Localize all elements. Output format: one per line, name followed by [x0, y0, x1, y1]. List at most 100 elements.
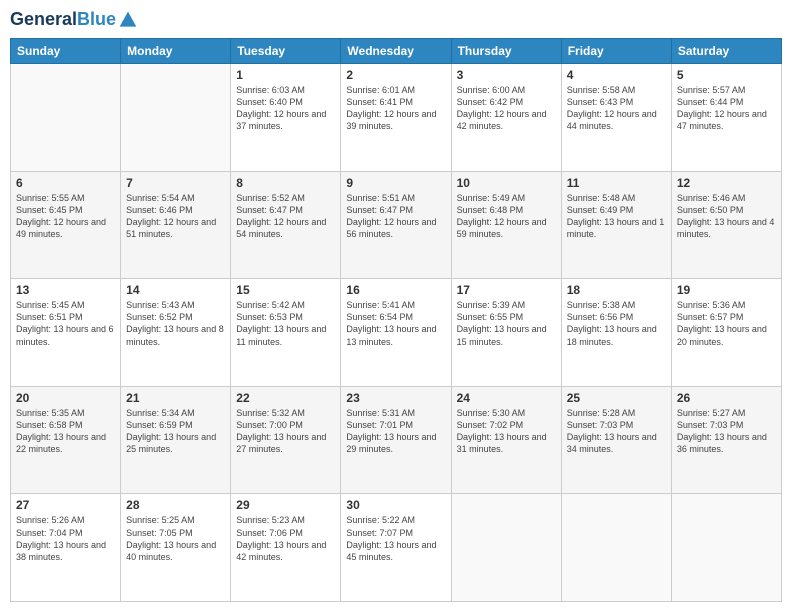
day-number: 5 — [677, 68, 776, 82]
day-info: Sunrise: 5:38 AM Sunset: 6:56 PM Dayligh… — [567, 299, 666, 348]
calendar-cell: 5 Sunrise: 5:57 AM Sunset: 6:44 PM Daylig… — [671, 64, 781, 172]
day-info: Sunrise: 5:34 AM Sunset: 6:59 PM Dayligh… — [126, 407, 225, 456]
calendar-cell: 18Sunrise: 5:38 AM Sunset: 6:56 PM Dayli… — [561, 279, 671, 387]
day-number: 16 — [346, 283, 445, 297]
weekday-header-saturday: Saturday — [671, 39, 781, 64]
calendar-cell — [451, 494, 561, 602]
day-info: Sunrise: 5:31 AM Sunset: 7:01 PM Dayligh… — [346, 407, 445, 456]
day-number: 27 — [16, 498, 115, 512]
day-info: Sunrise: 5:45 AM Sunset: 6:51 PM Dayligh… — [16, 299, 115, 348]
day-number: 12 — [677, 176, 776, 190]
day-number: 7 — [126, 176, 225, 190]
logo-icon — [118, 10, 138, 30]
day-number: 3 — [457, 68, 556, 82]
weekday-header-row: SundayMondayTuesdayWednesdayThursdayFrid… — [11, 39, 782, 64]
calendar-cell: 22 Sunrise: 5:32 AM Sunset: 7:00 PM Dayli… — [231, 386, 341, 494]
weekday-header-monday: Monday — [121, 39, 231, 64]
weekday-header-wednesday: Wednesday — [341, 39, 451, 64]
day-info: Sunrise: 6:00 AM Sunset: 6:42 PM Dayligh… — [457, 84, 556, 133]
weekday-header-thursday: Thursday — [451, 39, 561, 64]
day-info: Sunrise: 5:22 AM Sunset: 7:07 PM Dayligh… — [346, 514, 445, 563]
day-number: 28 — [126, 498, 225, 512]
day-info: Sunrise: 5:49 AM Sunset: 6:48 PM Dayligh… — [457, 192, 556, 241]
calendar-cell: 25Sunrise: 5:28 AM Sunset: 7:03 PM Dayli… — [561, 386, 671, 494]
day-number: 17 — [457, 283, 556, 297]
day-info: Sunrise: 5:43 AM Sunset: 6:52 PM Dayligh… — [126, 299, 225, 348]
calendar-cell — [671, 494, 781, 602]
weekday-header-friday: Friday — [561, 39, 671, 64]
day-info: Sunrise: 5:58 AM Sunset: 6:43 PM Dayligh… — [567, 84, 666, 133]
day-number: 30 — [346, 498, 445, 512]
day-number: 19 — [677, 283, 776, 297]
day-number: 13 — [16, 283, 115, 297]
calendar-cell: 28Sunrise: 5:25 AM Sunset: 7:05 PM Dayli… — [121, 494, 231, 602]
day-number: 10 — [457, 176, 556, 190]
calendar-cell: 29 Sunrise: 5:23 AM Sunset: 7:06 PM Dayli… — [231, 494, 341, 602]
day-number: 11 — [567, 176, 666, 190]
day-number: 29 — [236, 498, 335, 512]
calendar-week-row: 1 Sunrise: 6:03 AM Sunset: 6:40 PM Daylig… — [11, 64, 782, 172]
day-number: 23 — [346, 391, 445, 405]
calendar-cell: 11 Sunrise: 5:48 AM Sunset: 6:49 PM Dayli… — [561, 171, 671, 279]
day-info: Sunrise: 5:41 AM Sunset: 6:54 PM Dayligh… — [346, 299, 445, 348]
calendar-table: SundayMondayTuesdayWednesdayThursdayFrid… — [10, 38, 782, 602]
calendar-cell: 24 Sunrise: 5:30 AM Sunset: 7:02 PM Dayli… — [451, 386, 561, 494]
calendar-cell: 17 Sunrise: 5:39 AM Sunset: 6:55 PM Dayli… — [451, 279, 561, 387]
calendar-cell — [561, 494, 671, 602]
calendar-cell: 16 Sunrise: 5:41 AM Sunset: 6:54 PM Dayli… — [341, 279, 451, 387]
day-info: Sunrise: 5:51 AM Sunset: 6:47 PM Dayligh… — [346, 192, 445, 241]
day-number: 2 — [346, 68, 445, 82]
calendar-week-row: 20Sunrise: 5:35 AM Sunset: 6:58 PM Dayli… — [11, 386, 782, 494]
day-number: 24 — [457, 391, 556, 405]
day-info: Sunrise: 5:27 AM Sunset: 7:03 PM Dayligh… — [677, 407, 776, 456]
day-info: Sunrise: 5:30 AM Sunset: 7:02 PM Dayligh… — [457, 407, 556, 456]
day-info: Sunrise: 6:03 AM Sunset: 6:40 PM Dayligh… — [236, 84, 335, 133]
calendar-cell: 14 Sunrise: 5:43 AM Sunset: 6:52 PM Dayli… — [121, 279, 231, 387]
calendar-cell: 1 Sunrise: 6:03 AM Sunset: 6:40 PM Daylig… — [231, 64, 341, 172]
calendar-cell: 2 Sunrise: 6:01 AM Sunset: 6:41 PM Daylig… — [341, 64, 451, 172]
calendar-cell: 12 Sunrise: 5:46 AM Sunset: 6:50 PM Dayli… — [671, 171, 781, 279]
calendar-cell: 3 Sunrise: 6:00 AM Sunset: 6:42 PM Daylig… — [451, 64, 561, 172]
day-info: Sunrise: 5:26 AM Sunset: 7:04 PM Dayligh… — [16, 514, 115, 563]
page: GeneralBlue SundayMondayTuesdayWednesday… — [0, 0, 792, 612]
day-info: Sunrise: 6:01 AM Sunset: 6:41 PM Dayligh… — [346, 84, 445, 133]
calendar-cell: 21 Sunrise: 5:34 AM Sunset: 6:59 PM Dayli… — [121, 386, 231, 494]
calendar-cell: 20Sunrise: 5:35 AM Sunset: 6:58 PM Dayli… — [11, 386, 121, 494]
day-info: Sunrise: 5:57 AM Sunset: 6:44 PM Dayligh… — [677, 84, 776, 133]
day-info: Sunrise: 5:36 AM Sunset: 6:57 PM Dayligh… — [677, 299, 776, 348]
day-number: 15 — [236, 283, 335, 297]
day-number: 8 — [236, 176, 335, 190]
day-number: 22 — [236, 391, 335, 405]
calendar-week-row: 27 Sunrise: 5:26 AM Sunset: 7:04 PM Dayli… — [11, 494, 782, 602]
calendar-cell: 26 Sunrise: 5:27 AM Sunset: 7:03 PM Dayli… — [671, 386, 781, 494]
day-number: 14 — [126, 283, 225, 297]
day-info: Sunrise: 5:54 AM Sunset: 6:46 PM Dayligh… — [126, 192, 225, 241]
day-info: Sunrise: 5:23 AM Sunset: 7:06 PM Dayligh… — [236, 514, 335, 563]
calendar-cell: 7 Sunrise: 5:54 AM Sunset: 6:46 PM Daylig… — [121, 171, 231, 279]
day-info: Sunrise: 5:46 AM Sunset: 6:50 PM Dayligh… — [677, 192, 776, 241]
calendar-week-row: 6Sunrise: 5:55 AM Sunset: 6:45 PM Daylig… — [11, 171, 782, 279]
day-info: Sunrise: 5:52 AM Sunset: 6:47 PM Dayligh… — [236, 192, 335, 241]
day-info: Sunrise: 5:32 AM Sunset: 7:00 PM Dayligh… — [236, 407, 335, 456]
day-number: 21 — [126, 391, 225, 405]
calendar-cell: 23 Sunrise: 5:31 AM Sunset: 7:01 PM Dayli… — [341, 386, 451, 494]
calendar-week-row: 13 Sunrise: 5:45 AM Sunset: 6:51 PM Dayli… — [11, 279, 782, 387]
calendar-cell: 8 Sunrise: 5:52 AM Sunset: 6:47 PM Daylig… — [231, 171, 341, 279]
day-number: 6 — [16, 176, 115, 190]
day-number: 9 — [346, 176, 445, 190]
day-number: 26 — [677, 391, 776, 405]
calendar-cell — [121, 64, 231, 172]
calendar-cell: 10 Sunrise: 5:49 AM Sunset: 6:48 PM Dayli… — [451, 171, 561, 279]
day-info: Sunrise: 5:39 AM Sunset: 6:55 PM Dayligh… — [457, 299, 556, 348]
logo: GeneralBlue — [10, 10, 138, 30]
header: GeneralBlue — [10, 10, 782, 30]
day-number: 1 — [236, 68, 335, 82]
weekday-header-tuesday: Tuesday — [231, 39, 341, 64]
calendar-cell: 13 Sunrise: 5:45 AM Sunset: 6:51 PM Dayli… — [11, 279, 121, 387]
day-number: 20 — [16, 391, 115, 405]
weekday-header-sunday: Sunday — [11, 39, 121, 64]
logo-text: GeneralBlue — [10, 10, 116, 30]
calendar-cell: 4Sunrise: 5:58 AM Sunset: 6:43 PM Daylig… — [561, 64, 671, 172]
day-info: Sunrise: 5:28 AM Sunset: 7:03 PM Dayligh… — [567, 407, 666, 456]
day-info: Sunrise: 5:48 AM Sunset: 6:49 PM Dayligh… — [567, 192, 666, 241]
